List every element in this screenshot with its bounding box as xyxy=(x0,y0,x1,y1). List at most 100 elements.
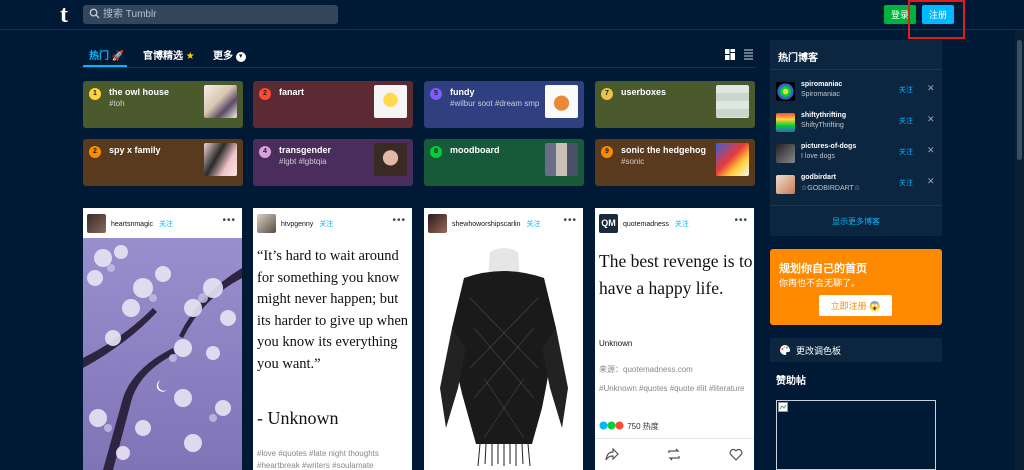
sponsored-heading: 赞助帖 xyxy=(776,376,806,387)
follow-link[interactable]: 关注 xyxy=(526,221,540,228)
post-header: htvpgenny 关注 ••• xyxy=(253,208,412,238)
post-author[interactable]: quotemadness 关注 xyxy=(623,219,689,229)
tag-thumbnail xyxy=(545,85,578,118)
follow-link[interactable]: 关注 xyxy=(319,221,333,228)
quote-text: The best revenge is to have a happy life… xyxy=(599,251,753,298)
share-icon[interactable] xyxy=(605,448,619,461)
tab-staff-picks[interactable]: 官博精选 ★ xyxy=(143,47,195,62)
quote-author: Unknown xyxy=(599,339,633,348)
close-icon[interactable]: ✕ xyxy=(927,114,935,125)
show-more-blogs-link[interactable]: 显示更多博客 xyxy=(770,216,942,227)
search-box[interactable] xyxy=(83,5,338,24)
search-input[interactable] xyxy=(103,5,333,24)
tag-thumbnail xyxy=(716,85,749,118)
promo-signup-button[interactable]: 立即注册 😱 xyxy=(819,295,892,316)
promo-subtitle: 你再也不会无聊了。 xyxy=(779,278,861,288)
post-card-htvpgenny[interactable]: htvpgenny 关注 ••• “It’s hard to wait aroun… xyxy=(253,208,412,470)
avatar[interactable] xyxy=(776,82,795,101)
close-icon[interactable]: ✕ xyxy=(927,145,935,156)
change-palette-button[interactable]: 更改调色板 xyxy=(770,338,942,362)
sponsored-image-placeholder[interactable] xyxy=(776,400,936,470)
heart-icon[interactable] xyxy=(729,448,743,461)
avatar[interactable] xyxy=(257,214,276,233)
post-photo-knit-wrap-garment xyxy=(424,238,583,470)
promo-title: 规划你自己的首页 xyxy=(779,263,867,275)
follow-link[interactable]: 关注 xyxy=(899,147,913,157)
quote-text: “It’s hard to wait around for something … xyxy=(257,248,409,372)
post-header: shewhoworshipscarlin 关注 ••• xyxy=(424,208,583,238)
post-card-heartsnmagic[interactable]: heartsnmagic 关注 ••• xyxy=(83,208,242,470)
follow-link[interactable]: 关注 xyxy=(899,85,913,95)
rank-badge: 8 xyxy=(430,146,442,158)
broken-image-icon xyxy=(778,402,788,412)
follow-link[interactable]: 关注 xyxy=(675,221,689,228)
tag-card-userboxes[interactable]: 7 userboxes xyxy=(595,81,755,128)
chevron-down-icon: ▾ xyxy=(235,52,246,62)
post-card-shewhoworshipscarlin[interactable]: shewhoworshipscarlin 关注 ••• xyxy=(424,208,583,470)
grid-view-icon xyxy=(725,49,735,60)
more-options-icon[interactable]: ••• xyxy=(563,215,577,226)
tag-name: fundy xyxy=(450,87,475,97)
tag-thumbnail xyxy=(374,85,407,118)
reblog-icon[interactable] xyxy=(667,448,681,461)
rank-badge: 2 xyxy=(89,146,101,158)
palette-icon xyxy=(780,345,791,355)
rank-badge: 2 xyxy=(259,88,271,100)
reaction-icons xyxy=(599,421,627,431)
avatar[interactable] xyxy=(428,214,447,233)
notes-count[interactable]: 750 热度 xyxy=(599,421,659,432)
close-icon[interactable]: ✕ xyxy=(927,83,935,94)
rank-badge: 7 xyxy=(601,88,613,100)
follow-link[interactable]: 关注 xyxy=(159,221,173,228)
layout-toggle-icons[interactable] xyxy=(725,49,755,61)
rank-badge: 5 xyxy=(430,88,442,100)
quote-source: - Unknown xyxy=(257,408,339,428)
post-tags[interactable]: #love #quotes #late night thoughts #hear… xyxy=(257,448,412,470)
follow-link[interactable]: 关注 xyxy=(899,116,913,126)
tag-name: sonic the hedgehog xyxy=(621,145,707,155)
list-view-icon xyxy=(744,49,753,60)
avatar[interactable] xyxy=(87,214,106,233)
avatar[interactable] xyxy=(776,175,795,194)
quote-source[interactable]: 来源：quotemadness.com xyxy=(599,364,693,375)
tab-more[interactable]: 更多 ▾ xyxy=(213,47,246,62)
blogger-item[interactable]: spiromaniac Spiromaniac 关注 ✕ xyxy=(770,80,942,110)
scrollbar-thumb[interactable] xyxy=(1017,40,1022,160)
blogger-item[interactable]: pictures-of-dogs I love dogs 关注 ✕ xyxy=(770,142,942,172)
tag-card-moodboard[interactable]: 8 moodboard xyxy=(424,139,584,186)
divider xyxy=(770,69,942,70)
star-icon: ★ xyxy=(185,51,195,62)
blogger-name: godbirdart xyxy=(801,174,836,181)
tag-thumbnail xyxy=(716,143,749,176)
blogger-item[interactable]: godbirdart ☆GODBIRDART☆ 关注 ✕ xyxy=(770,173,942,203)
tab-trending[interactable]: 热门 🚀 xyxy=(89,47,124,62)
tag-card-the-owl-house[interactable]: 1 the owl house #toh xyxy=(83,81,243,128)
blogger-item[interactable]: shiftythrifting ShiftyThrifting 关注 ✕ xyxy=(770,111,942,141)
post-tags[interactable]: #Unknown #quotes #quote #lit #literature xyxy=(599,382,751,395)
post-footer-divider xyxy=(595,438,754,439)
follow-link[interactable]: 关注 xyxy=(899,178,913,188)
avatar[interactable]: QM xyxy=(599,214,618,233)
signup-promo-card: 规划你自己的首页 你再也不会无聊了。 立即注册 😱 xyxy=(770,249,942,325)
tag-card-sonic-the-hedgehog[interactable]: 9 sonic the hedgehog #sonic xyxy=(595,139,755,186)
tag-card-fundy[interactable]: 5 fundy #wilbur soot #dream smp xyxy=(424,81,584,128)
tag-name: spy x family xyxy=(109,145,161,155)
tag-card-fanart[interactable]: 2 fanart xyxy=(253,81,413,128)
avatar[interactable] xyxy=(776,144,795,163)
tag-related: #toh xyxy=(109,99,125,108)
avatar[interactable] xyxy=(776,113,795,132)
post-card-quotemadness[interactable]: QM quotemadness 关注 ••• The best revenge i… xyxy=(595,208,754,470)
more-options-icon[interactable]: ••• xyxy=(392,215,406,226)
tag-card-transgender[interactable]: 4 transgender #lgbt #lgbtqia xyxy=(253,139,413,186)
post-author[interactable]: heartsnmagic 关注 xyxy=(111,219,173,229)
post-author[interactable]: htvpgenny 关注 xyxy=(281,219,333,229)
tag-card-spy-x-family[interactable]: 2 spy x family xyxy=(83,139,243,186)
trending-blogs-panel: 热门博客 spiromaniac Spiromaniac 关注 ✕ shifty… xyxy=(770,40,942,236)
tumblr-logo[interactable]: t xyxy=(60,3,68,27)
tag-name: the owl house xyxy=(109,87,170,97)
post-author[interactable]: shewhoworshipscarlin 关注 xyxy=(452,219,540,229)
more-options-icon[interactable]: ••• xyxy=(734,215,748,226)
more-options-icon[interactable]: ••• xyxy=(222,215,236,226)
close-icon[interactable]: ✕ xyxy=(927,176,935,187)
blogger-description: Spiromaniac xyxy=(801,91,840,98)
